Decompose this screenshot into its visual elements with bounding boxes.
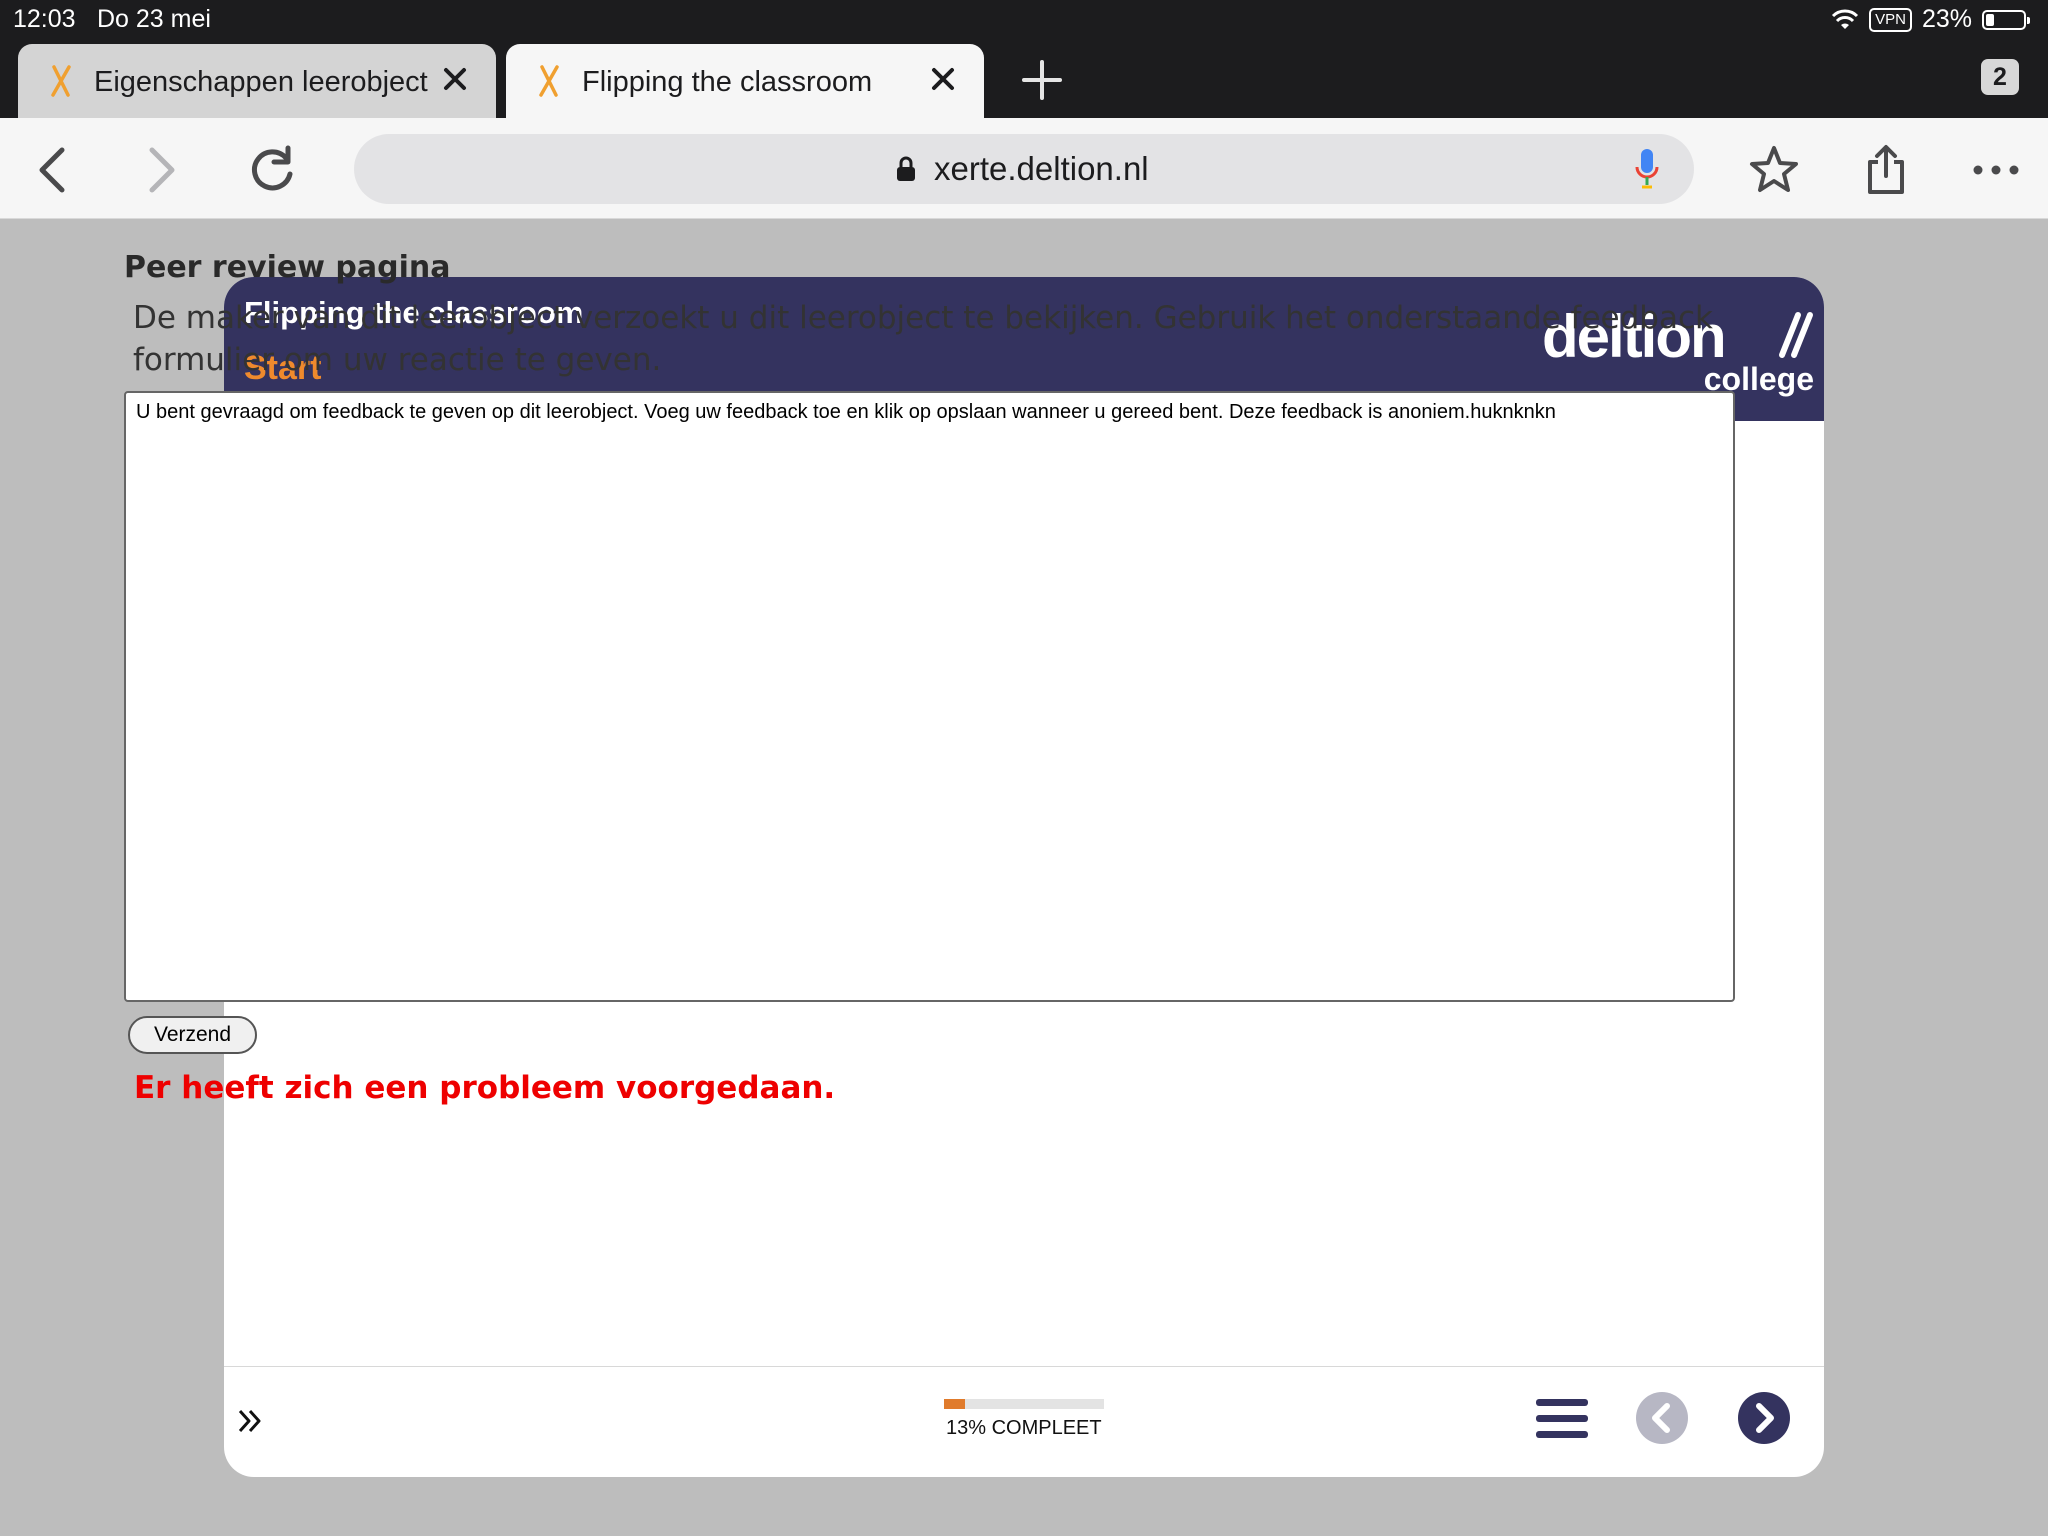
plus-icon[interactable] [1020,58,1064,102]
more-icon[interactable] [1970,144,2022,196]
url-text: xerte.deltion.nl [934,150,1149,187]
progress-bar [944,1399,1104,1409]
back-icon[interactable] [28,144,80,196]
tab-title: Eigenschappen leerobject [94,66,428,98]
close-icon[interactable] [926,62,960,96]
share-icon[interactable] [1860,144,1912,196]
tab-title: Flipping the classroom [582,66,873,98]
error-message: Er heeft zich een probleem voorgedaan. [134,1070,836,1106]
bookmark-star-icon[interactable] [1748,144,1800,196]
progress-fill [944,1399,965,1409]
tab-count-button[interactable]: 2 [1981,59,2019,95]
feedback-textarea[interactable]: U bent gevraagd om feedback te geven op … [124,391,1735,1002]
xerte-favicon [539,65,559,97]
tab-flipping-the-classroom[interactable]: Flipping the classroom [506,44,984,118]
xerte-favicon [51,65,71,97]
status-bar: 12:03 Do 23 mei VPN 23% [0,0,2048,40]
next-page-icon[interactable] [1738,1392,1790,1444]
expand-icon[interactable] [236,1407,264,1435]
tab-strip: Eigenschappen leerobject Flipping the cl… [0,40,2048,118]
battery-percent: 23% [1921,5,1972,33]
microphone-icon[interactable] [1634,147,1660,191]
peer-review-intro: De maker van dit leerobject verzoekt u d… [133,300,1713,378]
wifi-icon [1832,9,1859,29]
lock-icon [897,156,915,181]
forward-icon[interactable] [134,144,186,196]
browser-toolbar: xerte.deltion.nl [0,118,2048,219]
close-icon[interactable] [438,62,472,96]
peer-review-heading: Peer review pagina [124,250,451,285]
lo-footer: 13% COMPLEET [224,1366,1824,1477]
menu-icon[interactable] [1536,1397,1588,1441]
status-time: 12:03 [13,5,76,33]
status-indicators: VPN 23% [1831,5,2030,34]
previous-page-icon[interactable] [1636,1392,1688,1444]
vpn-badge: VPN [1869,7,1912,32]
progress-label: 13% COMPLEET [946,1417,1102,1439]
status-date: Do 23 mei [97,5,211,33]
reload-icon[interactable] [246,144,298,196]
address-bar[interactable]: xerte.deltion.nl [354,134,1694,204]
battery-icon [1982,9,2030,30]
tab-eigenschappen[interactable]: Eigenschappen leerobject [18,44,496,118]
submit-button[interactable]: Verzend [128,1016,257,1054]
